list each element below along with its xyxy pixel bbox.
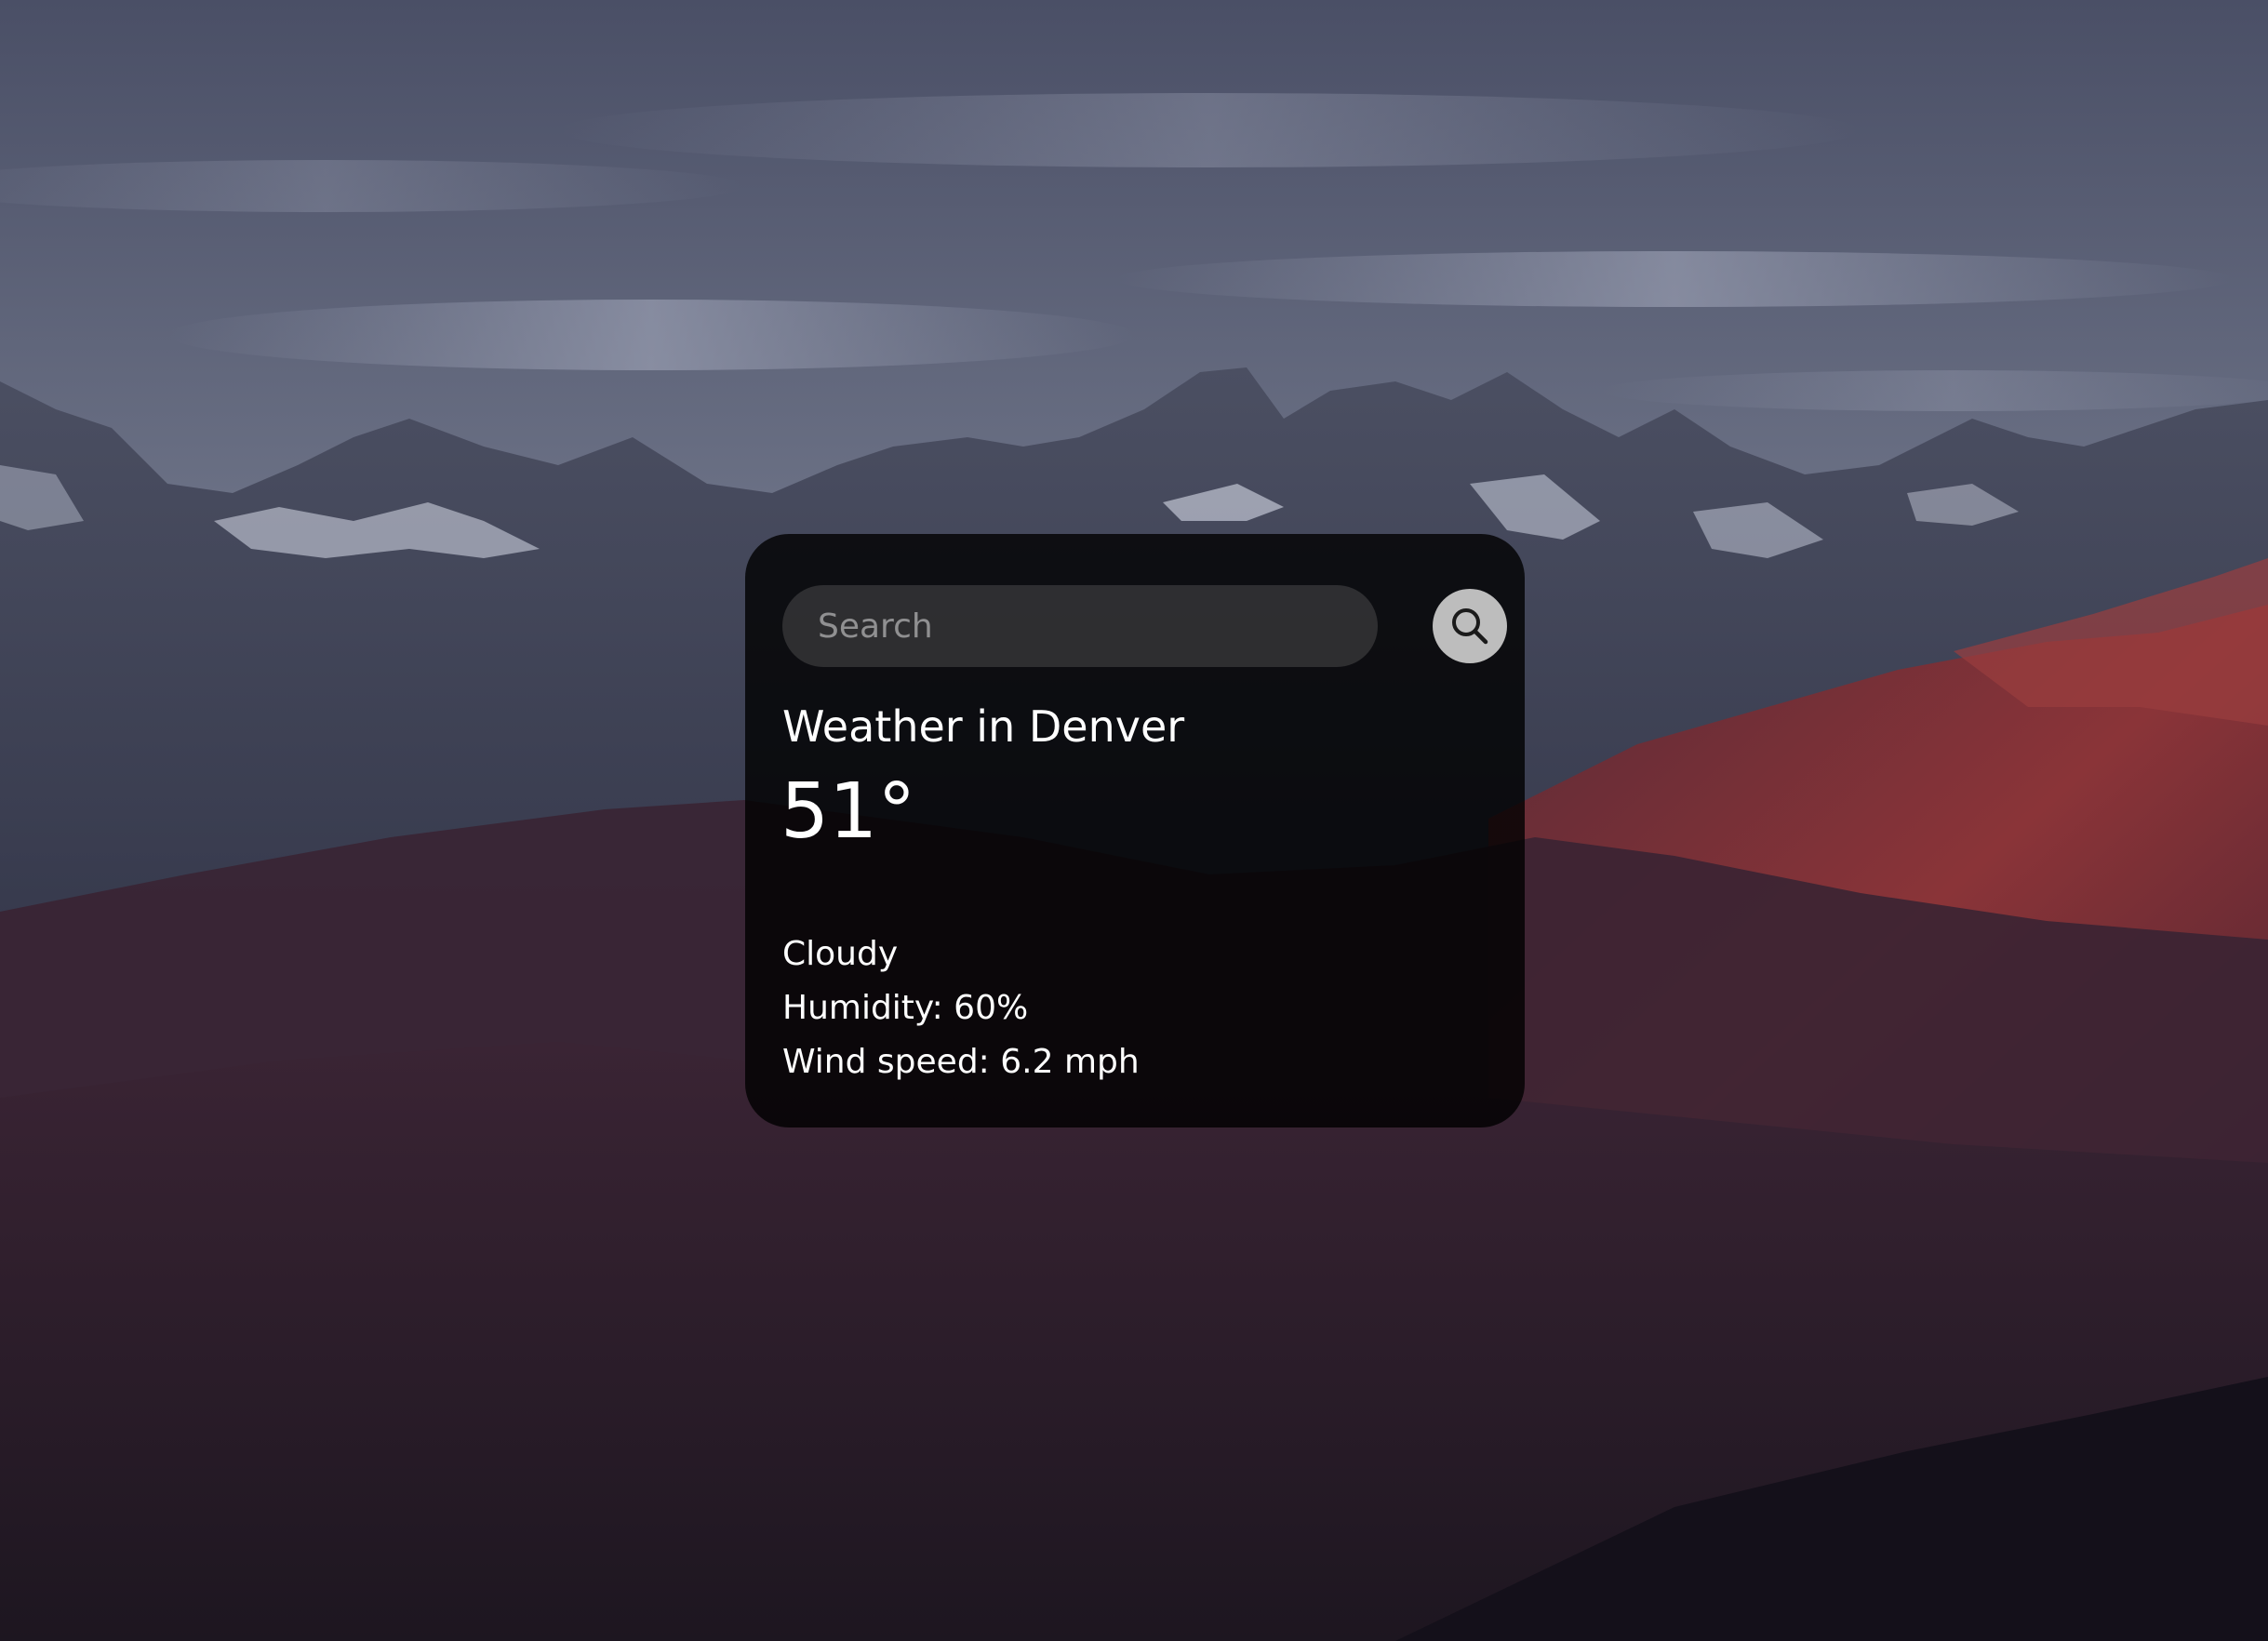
search-bar	[782, 585, 1507, 667]
weather-card: Weather in Denver 51° Cloudy Humidity: 6…	[745, 534, 1525, 1127]
weather-condition: Cloudy	[782, 935, 899, 973]
search-icon	[1452, 608, 1488, 645]
search-input[interactable]	[782, 585, 1378, 667]
temperature-value: 51°	[780, 767, 916, 856]
wind-speed-value: Wind speed: 6.2 mph	[782, 1043, 1140, 1081]
weather-city-title: Weather in Denver	[782, 701, 1185, 752]
search-button[interactable]	[1433, 589, 1507, 663]
page: Weather in Denver 51° Cloudy Humidity: 6…	[0, 0, 2268, 1641]
humidity-value: Humidity: 60%	[782, 989, 1029, 1027]
